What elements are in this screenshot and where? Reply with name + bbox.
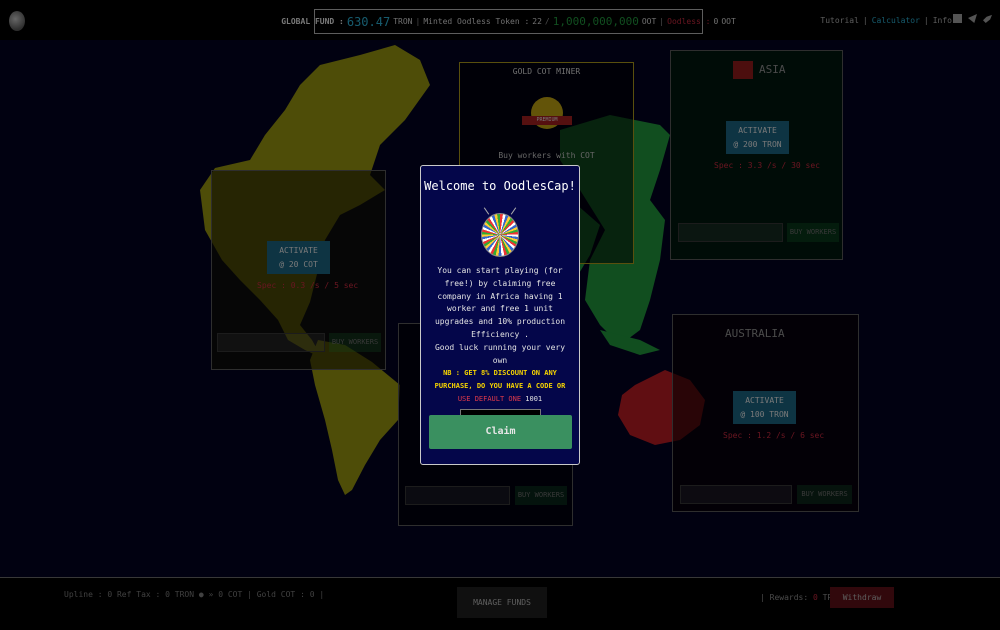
claim-button[interactable]: Claim bbox=[429, 415, 572, 449]
modal-body: You can start playing (for free!) by cla… bbox=[428, 265, 572, 367]
discount-notice: NB : GET 8% DISCOUNT ON ANY PURCHASE, DO… bbox=[427, 367, 573, 405]
welcome-modal: Welcome to OodlesCap! You can start play… bbox=[420, 165, 580, 465]
modal-title: Welcome to OodlesCap! bbox=[424, 179, 576, 193]
discount-text: NB : GET 8% DISCOUNT ON ANY PURCHASE, DO… bbox=[434, 369, 566, 391]
modal-good-luck: Good luck running your very own bbox=[434, 342, 566, 365]
globe-icon bbox=[481, 213, 519, 257]
default-code: 1001 bbox=[525, 394, 543, 403]
modal-body-text: You can start playing (for free!) by cla… bbox=[434, 266, 566, 339]
default-code-label: USE DEFAULT ONE bbox=[457, 394, 522, 403]
